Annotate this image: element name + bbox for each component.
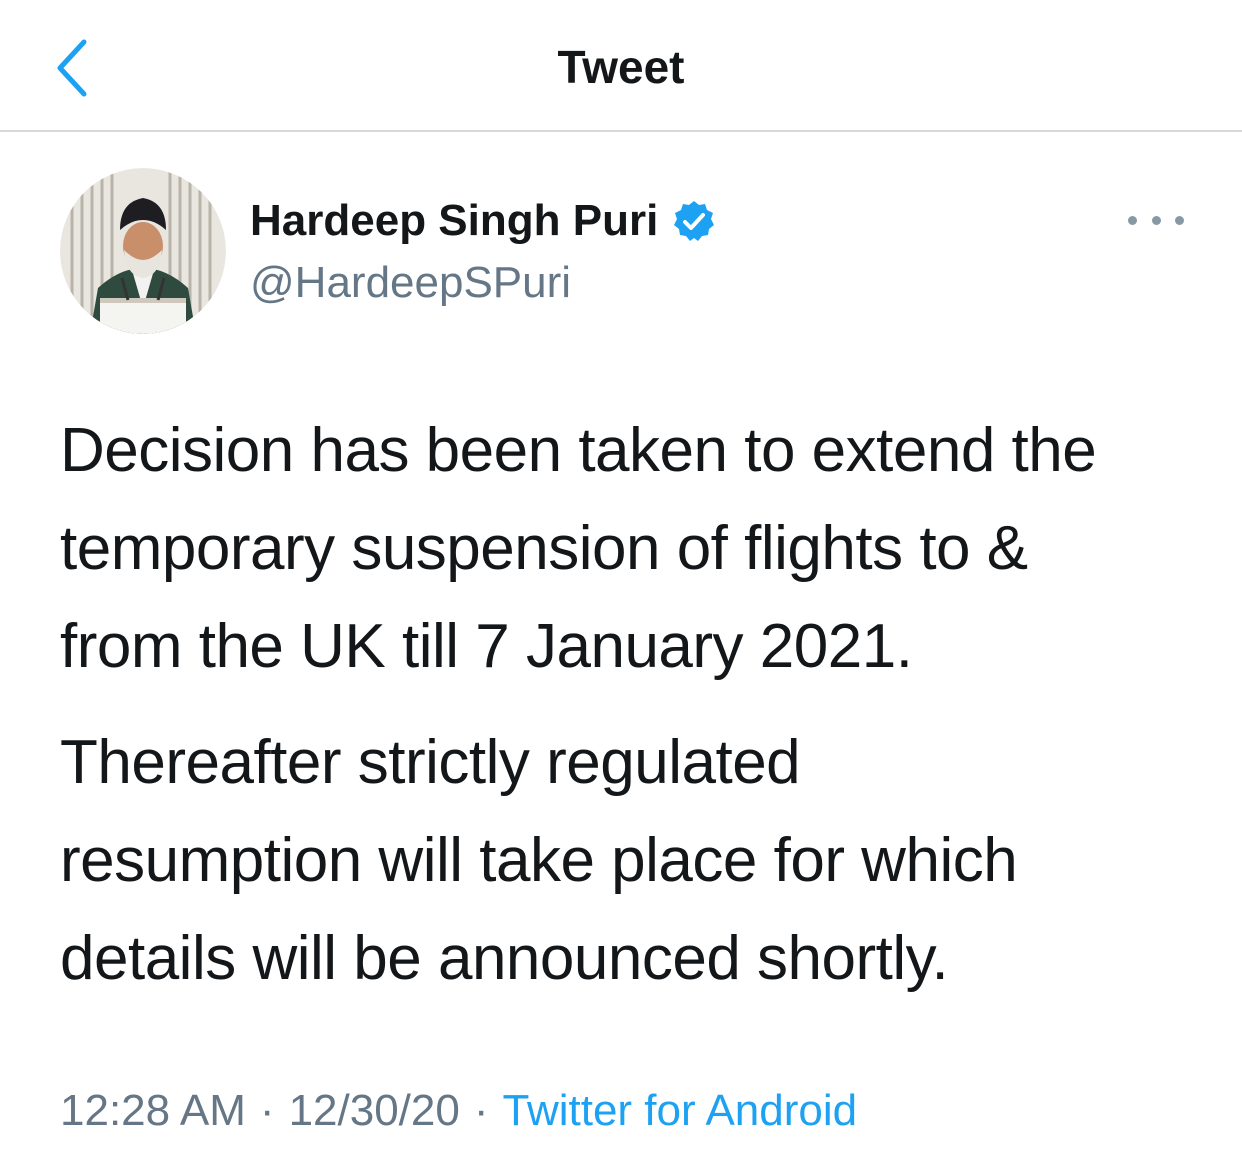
page-title: Tweet <box>557 41 685 93</box>
tweet-date: 12/30/20 <box>288 1086 460 1135</box>
tweet-detail-screen: Tweet Hardeep Singh Puri @HardeepSPuri D… <box>0 0 1242 1159</box>
more-dot-icon <box>1151 215 1161 225</box>
tweet-meta: 12:28 AM · 12/30/20 · Twitter for Android <box>60 1080 857 1142</box>
tweet-text: Decision has been taken to extend the te… <box>60 402 1220 1008</box>
top-nav-bar: Tweet <box>0 0 1242 132</box>
tweet-paragraph: Thereafter strictly regulated resumption… <box>60 728 1018 993</box>
verified-badge-icon <box>674 201 715 241</box>
author-name: Hardeep Singh Puri <box>250 196 659 245</box>
tweet-time: 12:28 AM <box>60 1086 246 1135</box>
meta-separator: · <box>473 1086 489 1135</box>
meta-separator: · <box>259 1086 275 1135</box>
tweet-paragraph: Decision has been taken to extend the te… <box>60 416 1097 681</box>
more-dot-icon <box>1175 215 1184 225</box>
tweet-source-link[interactable]: Twitter for Android <box>503 1086 858 1135</box>
author-name-row[interactable]: Hardeep Singh Puri <box>250 194 716 248</box>
more-dot-icon <box>1128 215 1137 225</box>
author-handle[interactable]: @HardeepSPuri <box>250 256 571 310</box>
more-options-button[interactable] <box>1128 202 1184 238</box>
avatar[interactable] <box>60 168 226 334</box>
